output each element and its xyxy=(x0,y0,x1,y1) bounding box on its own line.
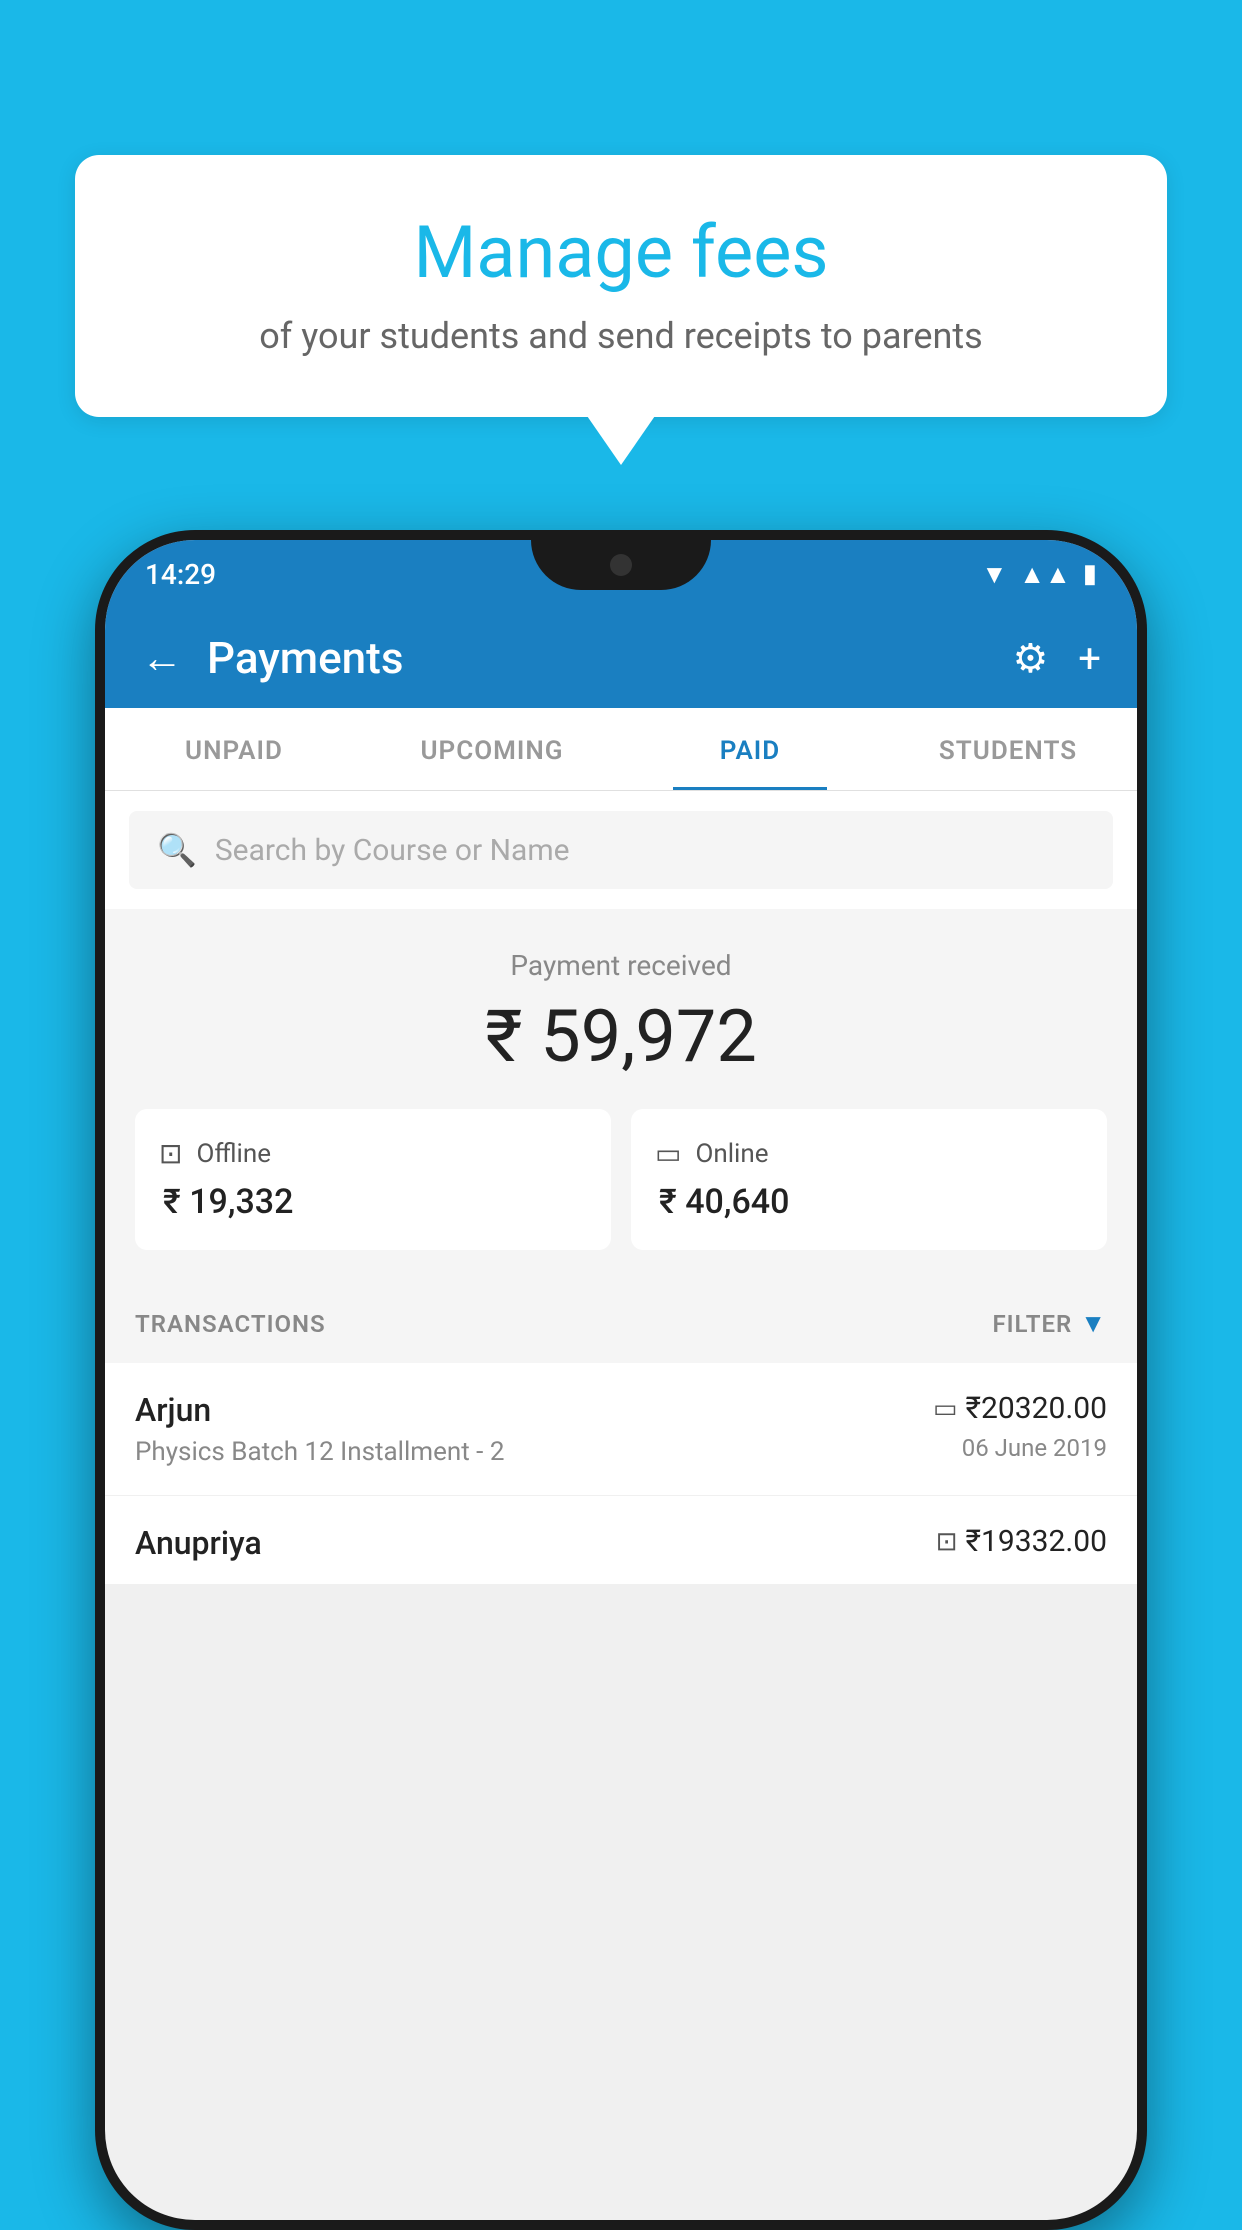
payment-received-label: Payment received xyxy=(135,949,1107,982)
camera xyxy=(610,554,632,576)
online-label: Online xyxy=(695,1139,768,1169)
bubble-subtitle: of your students and send receipts to pa… xyxy=(135,315,1107,357)
transaction-right: ▭ ₹20320.00 06 June 2019 xyxy=(933,1391,1107,1462)
search-container: 🔍 Search by Course or Name xyxy=(105,791,1137,909)
transaction-left: Arjun Physics Batch 12 Installment - 2 xyxy=(135,1391,504,1467)
payment-total-amount: ₹ 59,972 xyxy=(135,994,1107,1079)
search-input[interactable]: Search by Course or Name xyxy=(215,833,570,868)
offline-icon: ⊡ xyxy=(159,1137,182,1170)
filter-text: FILTER xyxy=(992,1310,1072,1338)
header-left: ← Payments xyxy=(141,632,403,684)
transaction-name: Arjun xyxy=(135,1391,504,1429)
transactions-list: Arjun Physics Batch 12 Installment - 2 ▭… xyxy=(105,1363,1137,1584)
transaction-amount: ⊡ ₹19332.00 xyxy=(936,1524,1107,1559)
back-button[interactable]: ← xyxy=(141,634,183,683)
transactions-header: TRANSACTIONS FILTER ▼ xyxy=(105,1280,1137,1363)
battery-icon: ▮ xyxy=(1083,559,1097,589)
online-card: ▭ Online ₹ 40,640 xyxy=(631,1109,1107,1250)
transaction-left: Anupriya xyxy=(135,1524,262,1570)
settings-icon[interactable]: ⚙ xyxy=(1012,635,1048,682)
online-amount: ₹ 40,640 xyxy=(655,1182,1083,1222)
app-header: ← Payments ⚙ + xyxy=(105,608,1137,708)
filter-button[interactable]: FILTER ▼ xyxy=(992,1308,1107,1339)
transaction-right: ⊡ ₹19332.00 xyxy=(936,1524,1107,1567)
bubble-title: Manage fees xyxy=(135,210,1107,295)
table-row[interactable]: Arjun Physics Batch 12 Installment - 2 ▭… xyxy=(105,1363,1137,1496)
transaction-detail: Physics Batch 12 Installment - 2 xyxy=(135,1437,504,1467)
search-bar[interactable]: 🔍 Search by Course or Name xyxy=(129,811,1113,889)
tab-unpaid[interactable]: UNPAID xyxy=(105,708,363,790)
filter-icon: ▼ xyxy=(1080,1308,1107,1339)
speech-bubble: Manage fees of your students and send re… xyxy=(75,155,1167,417)
card-icon: ▭ xyxy=(655,1137,681,1170)
status-time: 14:29 xyxy=(145,558,216,591)
transactions-label: TRANSACTIONS xyxy=(135,1310,326,1338)
transaction-amount: ▭ ₹20320.00 xyxy=(933,1391,1107,1426)
online-card-header: ▭ Online xyxy=(655,1137,1083,1170)
status-bar: 14:29 ▼ ▲▲ ▮ xyxy=(105,540,1137,608)
payment-cards: ⊡ Offline ₹ 19,332 ▭ Online ₹ 40,640 xyxy=(135,1109,1107,1250)
tab-paid[interactable]: PAID xyxy=(621,708,879,790)
phone-notch xyxy=(531,540,711,590)
signal-icon: ▲▲ xyxy=(1019,559,1070,590)
tab-students[interactable]: STUDENTS xyxy=(879,708,1137,790)
card-payment-icon: ▭ xyxy=(933,1394,958,1424)
table-row[interactable]: Anupriya ⊡ ₹19332.00 xyxy=(105,1496,1137,1584)
payment-summary: Payment received ₹ 59,972 ⊡ Offline ₹ 19… xyxy=(105,909,1137,1280)
tab-upcoming[interactable]: UPCOMING xyxy=(363,708,621,790)
amount-value: ₹19332.00 xyxy=(966,1524,1107,1559)
offline-payment-icon: ⊡ xyxy=(936,1527,958,1557)
tabs: UNPAID UPCOMING PAID STUDENTS xyxy=(105,708,1137,791)
offline-amount: ₹ 19,332 xyxy=(159,1182,587,1222)
transaction-date: 06 June 2019 xyxy=(933,1434,1107,1462)
header-right: ⚙ + xyxy=(1012,635,1101,682)
phone-frame: 14:29 ▼ ▲▲ ▮ ← Payments ⚙ + UNPAID xyxy=(95,530,1147,2230)
add-icon[interactable]: + xyxy=(1078,635,1101,682)
amount-value: ₹20320.00 xyxy=(966,1391,1107,1426)
header-title: Payments xyxy=(207,632,403,684)
status-icons: ▼ ▲▲ ▮ xyxy=(981,559,1097,590)
offline-card-header: ⊡ Offline xyxy=(159,1137,587,1170)
offline-label: Offline xyxy=(196,1139,271,1169)
phone-screen: 14:29 ▼ ▲▲ ▮ ← Payments ⚙ + UNPAID xyxy=(105,540,1137,2220)
search-icon: 🔍 xyxy=(157,831,197,869)
wifi-icon: ▼ xyxy=(981,559,1007,590)
transaction-name: Anupriya xyxy=(135,1524,262,1562)
offline-card: ⊡ Offline ₹ 19,332 xyxy=(135,1109,611,1250)
